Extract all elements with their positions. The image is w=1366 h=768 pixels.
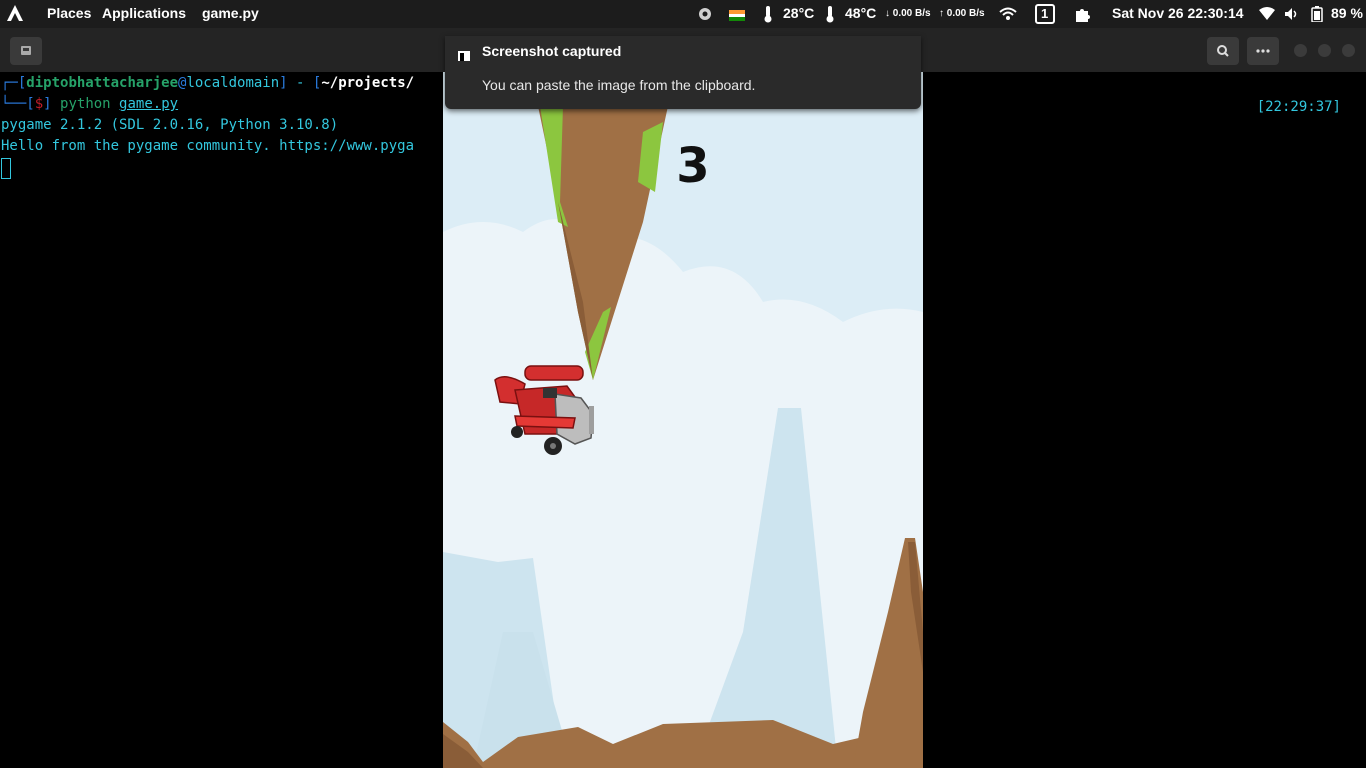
output-line-2: Hello from the pygame community. https:/… <box>1 138 415 154</box>
india-flag-icon[interactable] <box>729 8 745 24</box>
notification-title: Screenshot captured <box>482 43 622 59</box>
prompt-user: diptobhattacharjee <box>26 75 179 91</box>
command-name: python <box>60 96 111 112</box>
applications-menu[interactable]: Applications <box>102 5 186 21</box>
prompt-host: localdomain <box>186 75 280 91</box>
net-down: ↓ 0.00 B/s <box>885 8 931 19</box>
terminal-cursor <box>1 158 11 179</box>
prompt-sep: - <box>287 75 313 91</box>
prompt-path: ~/projects/ <box>321 75 415 91</box>
gpu-temp: 48°C <box>845 5 877 21</box>
net-up: ↑ 0.00 B/s <box>939 8 985 19</box>
screenshot-notification[interactable]: Screenshot captured You can paste the im… <box>445 36 921 109</box>
prompt-line-1: ┌─[diptobhattacharjee@localdomain] - [~/… <box>1 75 415 91</box>
wifi-icon[interactable] <box>1259 7 1275 23</box>
top-bar: Places Applications game.py 28°C 48°C ↓ … <box>0 0 1366 28</box>
score-counter: 3 <box>676 138 710 194</box>
maximize-button[interactable] <box>1318 44 1331 57</box>
cpu-temp: 28°C <box>783 5 815 21</box>
battery-percent: 89 % <box>1331 5 1363 21</box>
new-tab-button[interactable] <box>10 37 42 65</box>
search-button[interactable] <box>1207 37 1239 65</box>
command-arg: game.py <box>119 96 179 112</box>
workspace-number: 1 <box>1041 6 1049 21</box>
settings-icon[interactable] <box>697 6 713 25</box>
thermometer-icon <box>763 5 773 26</box>
minimize-button[interactable] <box>1294 44 1307 57</box>
output-line-1: pygame 2.1.2 (SDL 2.0.16, Python 3.10.8) <box>1 117 339 133</box>
extensions-icon[interactable] <box>1073 5 1091 26</box>
screenshot-thumbnail-icon <box>458 48 470 61</box>
places-menu[interactable]: Places <box>47 5 91 21</box>
menu-button[interactable] <box>1247 37 1279 65</box>
thermometer-icon <box>825 5 835 26</box>
clock[interactable]: Sat Nov 26 22:30:14 <box>1112 5 1244 21</box>
battery-icon[interactable] <box>1311 6 1323 25</box>
active-app-label[interactable]: game.py <box>202 5 259 21</box>
hotspot-icon[interactable] <box>999 7 1017 24</box>
notification-body: You can paste the image from the clipboa… <box>482 77 756 93</box>
volume-icon[interactable] <box>1284 7 1298 24</box>
prompt-timestamp: [22:29:37] <box>1256 99 1341 115</box>
prompt-symbol: $ <box>34 96 44 112</box>
prompt-line-2: └──[$] python game.py <box>1 96 179 112</box>
close-button[interactable] <box>1342 44 1355 57</box>
arch-logo-icon[interactable] <box>6 4 24 25</box>
game-window[interactable]: 3 <box>443 72 923 768</box>
